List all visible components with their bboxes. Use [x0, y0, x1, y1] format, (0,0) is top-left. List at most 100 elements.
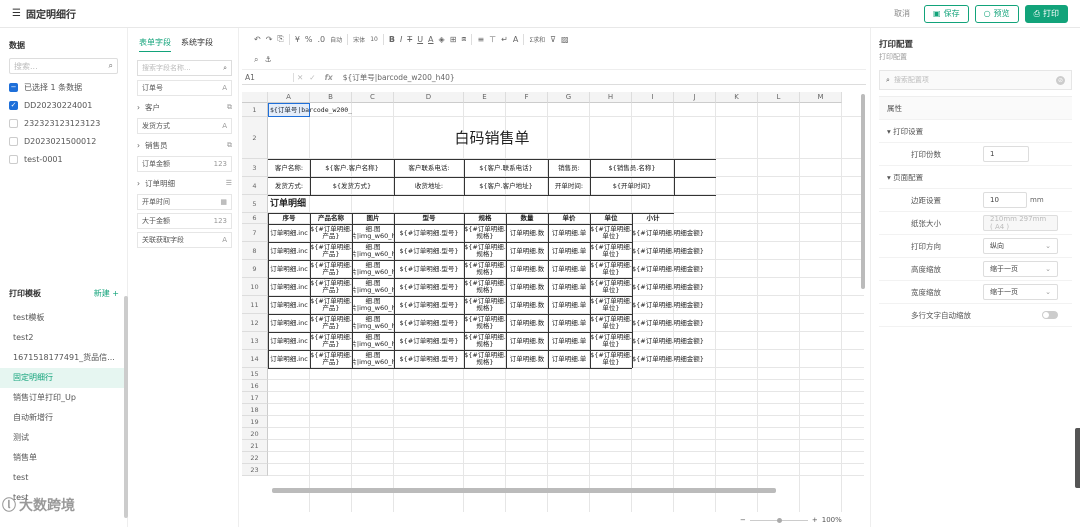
- strikethrough-icon[interactable]: T: [407, 35, 412, 44]
- cancel-button[interactable]: 取消: [886, 4, 919, 23]
- margin-input[interactable]: 10: [983, 192, 1027, 208]
- row-header[interactable]: 9: [242, 260, 268, 278]
- font-select[interactable]: 宋体: [353, 35, 365, 44]
- template-item[interactable]: test模板: [0, 308, 124, 328]
- template-item[interactable]: 1671518177491_货品信...: [0, 348, 124, 368]
- image-icon[interactable]: ▨: [561, 35, 569, 44]
- sheet-cell[interactable]: 序号: [268, 213, 310, 224]
- sheet-cell[interactable]: 发货方式:: [268, 177, 310, 195]
- row-header[interactable]: 3: [242, 159, 268, 177]
- cell-reference[interactable]: A1: [242, 72, 294, 82]
- row-header[interactable]: 2: [242, 117, 268, 159]
- rotate-icon[interactable]: A: [513, 35, 518, 44]
- sum-button[interactable]: Σ求和: [529, 35, 545, 44]
- sheet-cell[interactable]: ${#订单明细.单位}: [590, 224, 632, 242]
- sheet-cell[interactable]: 规格: [464, 213, 506, 224]
- field-item[interactable]: 发货方式 A: [137, 118, 232, 134]
- template-item[interactable]: 销售订单打印_Up: [0, 388, 124, 408]
- data-search-input[interactable]: 搜索... ⌕: [9, 58, 118, 74]
- row-header[interactable]: 15: [242, 368, 268, 380]
- sheet-cell[interactable]: 订单明细.inc: [268, 278, 310, 296]
- field-item[interactable]: 订单金额 123: [137, 156, 232, 172]
- row-header[interactable]: 20: [242, 428, 268, 440]
- sheet-cell[interactable]: ${#订单明细.产品}: [310, 242, 352, 260]
- column-header[interactable]: F: [506, 92, 548, 103]
- zoom-in-icon[interactable]: +: [812, 516, 818, 524]
- sheet-cell[interactable]: ${#订单明细.明细金额}: [632, 314, 712, 332]
- sheet-cell[interactable]: ${客户.客户名称}: [310, 159, 394, 177]
- record-checkbox[interactable]: [9, 154, 18, 164]
- page-settings-group[interactable]: ▾ 页面配置: [879, 166, 1072, 189]
- sheet-cell[interactable]: 订单明细.数: [506, 350, 548, 368]
- field-group[interactable]: › 客户 ⧉: [137, 99, 232, 115]
- sheet-cell[interactable]: 订单明细.单: [548, 332, 590, 350]
- search-icon[interactable]: ⌕: [254, 55, 258, 65]
- horizontal-scrollbar[interactable]: [272, 488, 776, 493]
- column-header[interactable]: D: [394, 92, 464, 103]
- sheet-cell[interactable]: 细.图片|img_w60_h: [352, 224, 394, 242]
- sheet-cell[interactable]: ${#订单明细.单位}: [590, 278, 632, 296]
- sheet-cell[interactable]: ${#订单明细.型号}: [394, 260, 464, 278]
- sheet-cell[interactable]: 数量: [506, 213, 548, 224]
- valign-icon[interactable]: ⊤: [489, 35, 496, 44]
- sheet-cell[interactable]: ${#订单明细.单位}: [590, 260, 632, 278]
- sheet-cell[interactable]: ${#订单明细.明细金额}: [632, 332, 712, 350]
- sheet-cell[interactable]: 客户联系电话:: [394, 159, 464, 177]
- align-left-icon[interactable]: ≡: [477, 35, 484, 44]
- sheet-cell[interactable]: 订单明细.单: [548, 242, 590, 260]
- sheet-cell[interactable]: 型号: [394, 213, 464, 224]
- template-item[interactable]: 测试: [0, 428, 124, 448]
- bold-icon[interactable]: B: [389, 35, 395, 44]
- sheet-cell[interactable]: 图片: [352, 213, 394, 224]
- field-group[interactable]: › 订单明细 ☰: [137, 175, 232, 191]
- sheet-cell[interactable]: 订单明细.inc: [268, 242, 310, 260]
- sheet-cell[interactable]: ${客户.联系电话}: [464, 159, 548, 177]
- width-scale-select[interactable]: 缩于一页 ⌄: [983, 284, 1058, 300]
- sheet-cell[interactable]: 订单明细.数: [506, 224, 548, 242]
- row-header[interactable]: 4: [242, 177, 268, 195]
- sheet-cell[interactable]: ${#订单明细.型号}: [394, 242, 464, 260]
- sheet-cell[interactable]: 订单明细.inc: [268, 224, 310, 242]
- clear-icon[interactable]: ⊘: [1056, 75, 1065, 85]
- select-all-row[interactable]: − 已选择 1 条数据: [0, 78, 127, 96]
- sheet-cell[interactable]: ${#订单明细.产品}: [310, 350, 352, 368]
- sheet-cell[interactable]: ${#订单明细.产品}: [310, 314, 352, 332]
- print-button[interactable]: ⎙ 打印: [1024, 4, 1068, 23]
- field-item[interactable]: 关联获取字段 A: [137, 232, 232, 248]
- height-scale-select[interactable]: 缩于一页 ⌄: [983, 261, 1058, 277]
- sheet-cell[interactable]: ${#订单明细.产品}: [310, 260, 352, 278]
- column-header[interactable]: A: [268, 92, 310, 103]
- underline-icon[interactable]: U: [417, 35, 423, 44]
- sheet-cell[interactable]: 订单明细.数: [506, 314, 548, 332]
- row-header[interactable]: 14: [242, 350, 268, 368]
- record-checkbox[interactable]: [9, 118, 18, 128]
- record-row[interactable]: 232323123123123: [0, 114, 127, 132]
- merge-icon[interactable]: ⧈: [461, 34, 466, 44]
- sheet-cell[interactable]: 收货地址:: [394, 177, 464, 195]
- redo-icon[interactable]: ↷: [266, 35, 273, 44]
- sheet-cell[interactable]: 订单明细.inc: [268, 332, 310, 350]
- sheet-cell[interactable]: 细.图片|img_w60_h: [352, 314, 394, 332]
- field-search-input[interactable]: 搜索字段名称... ⌕: [137, 60, 232, 76]
- sheet-cell[interactable]: ${#订单明细.明细金额}: [632, 278, 712, 296]
- row-header[interactable]: 10: [242, 278, 268, 296]
- row-header[interactable]: 6: [242, 213, 268, 224]
- sheet-cell[interactable]: ${#订单明细.单位}: [590, 332, 632, 350]
- row-header[interactable]: 12: [242, 314, 268, 332]
- copies-input[interactable]: 1: [983, 146, 1029, 162]
- field-group[interactable]: › 销售员 ⧉: [137, 137, 232, 153]
- sheet-cell[interactable]: 订单明细.inc: [268, 314, 310, 332]
- sheet-cell[interactable]: 销售员:: [548, 159, 590, 177]
- number-format-select[interactable]: 自动: [330, 35, 342, 44]
- sheet-cell[interactable]: ${#订单明细.规格}: [464, 260, 506, 278]
- row-header[interactable]: 19: [242, 416, 268, 428]
- wrap-icon[interactable]: ↵: [501, 35, 508, 44]
- sheet-cell[interactable]: ${客户.客户地址}: [464, 177, 548, 195]
- side-handle[interactable]: [1075, 428, 1080, 488]
- row-header[interactable]: 8: [242, 242, 268, 260]
- record-row[interactable]: test-0001: [0, 150, 127, 168]
- row-header[interactable]: 21: [242, 440, 268, 452]
- sheet-cell[interactable]: ${#订单明细.规格}: [464, 296, 506, 314]
- template-item[interactable]: test2: [0, 328, 124, 348]
- sheet-cell[interactable]: 细.图片|img_w60_h: [352, 242, 394, 260]
